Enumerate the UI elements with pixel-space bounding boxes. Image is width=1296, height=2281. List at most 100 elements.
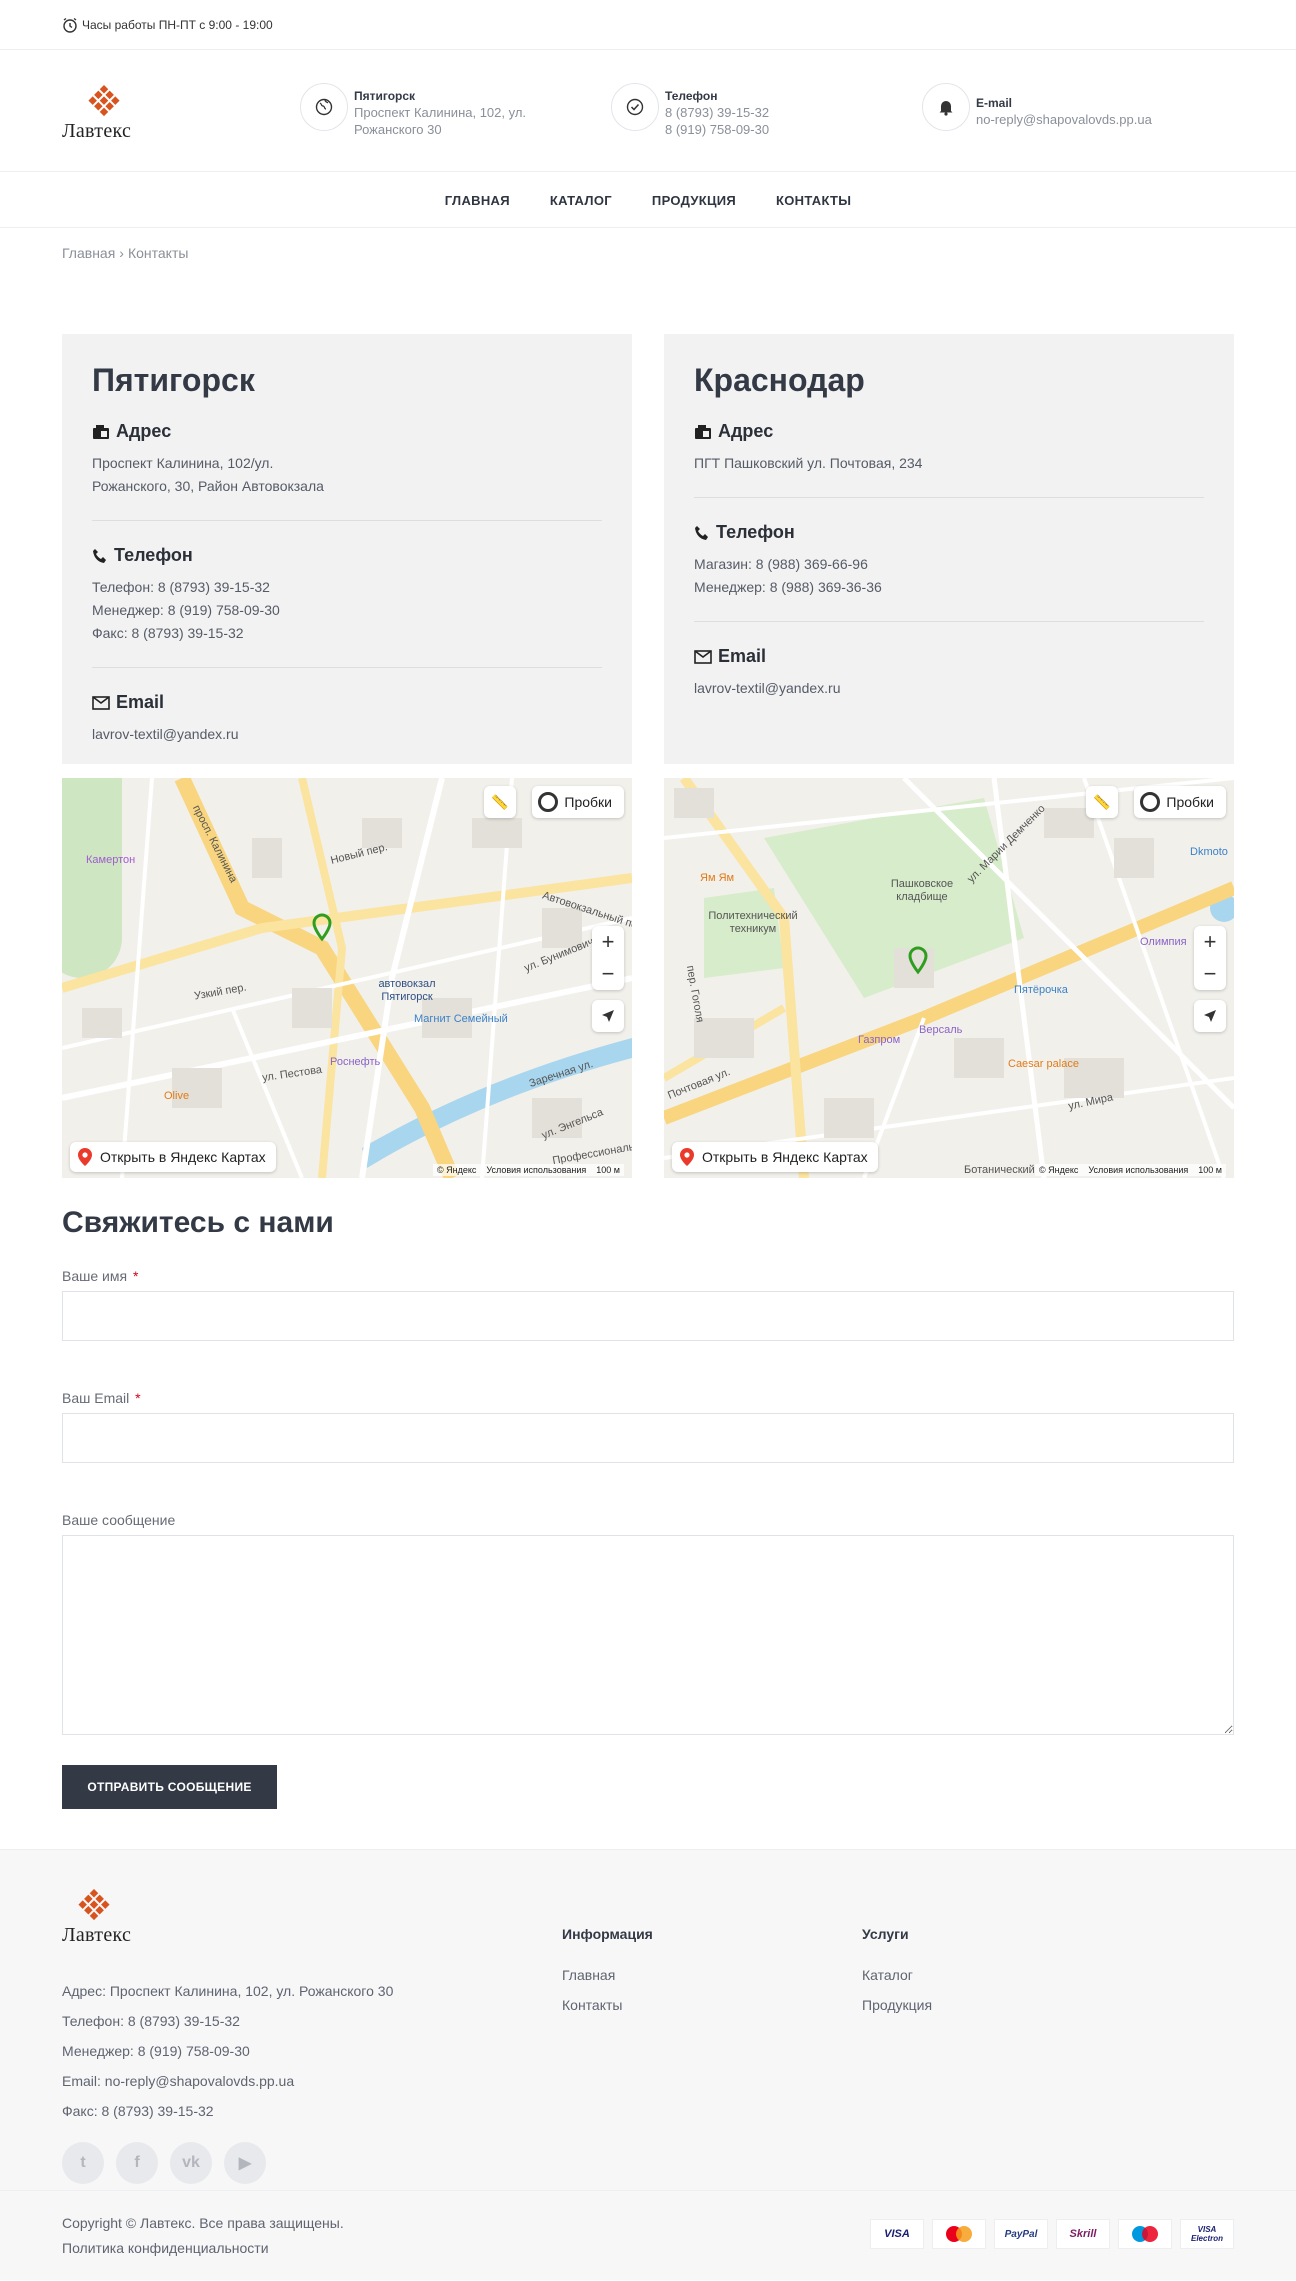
map-poi: Политехнический техникум xyxy=(708,910,798,935)
logo-text: Лавтекс xyxy=(62,1924,132,1946)
zoom-out-button[interactable]: − xyxy=(1194,958,1226,990)
header-city-line1: Проспект Калинина, 102, ул. xyxy=(354,105,527,120)
header-phone-line2[interactable]: 8 (919) 758-09-30 xyxy=(665,121,769,138)
map-krasnodar[interactable]: Пашковское кладбище Политехнический техн… xyxy=(664,778,1234,1178)
breadcrumb-current: Контакты xyxy=(127,245,189,261)
map-pin-icon xyxy=(680,1148,694,1166)
submit-button[interactable]: ОТПРАВИТЬ СООБЩЕНИЕ xyxy=(62,1765,277,1809)
header-address: Пятигорск Проспект Калинина, 102, ул. Ро… xyxy=(300,83,526,138)
header-phone-title: Телефон xyxy=(665,89,718,103)
card-address-line: ПГТ Пашковский ул. Почтовая, 234 xyxy=(694,455,923,471)
header-phone-line1[interactable]: 8 (8793) 39-15-32 xyxy=(665,104,769,121)
visa-electron-icon: VISA Electron xyxy=(1180,2219,1234,2249)
header-city-line2: Рожанского 30 xyxy=(354,122,442,137)
copyright-block: Copyright © Лавтекс. Все права защищены.… xyxy=(62,2211,344,2261)
traffic-icon xyxy=(538,792,559,812)
vk-icon[interactable]: vk xyxy=(170,2142,212,2184)
message-textarea[interactable] xyxy=(62,1535,1234,1735)
contact-form: Свяжитесь с нами Ваше имя * Ваш Email * … xyxy=(62,1206,1234,1809)
card-email-value[interactable]: lavrov-textil@yandex.ru xyxy=(92,723,602,746)
main-nav: ГЛАВНАЯ КАТАЛОГ ПРОДУКЦИЯ КОНТАКТЫ xyxy=(0,172,1296,228)
footer-link-products[interactable]: Продукция xyxy=(862,1990,932,2020)
map-poi: Пятёрочка xyxy=(1014,984,1068,996)
email-input[interactable] xyxy=(62,1413,1234,1463)
maestro-icon xyxy=(1118,2219,1172,2249)
ruler-icon: 📏 xyxy=(491,793,509,810)
name-input[interactable] xyxy=(62,1291,1234,1341)
facebook-icon[interactable]: f xyxy=(116,2142,158,2184)
footer-link-contacts[interactable]: Контакты xyxy=(562,1990,653,2020)
logo-text: Лавтекс xyxy=(62,120,132,142)
card-email-title: Email xyxy=(116,692,165,712)
map-poi: Ям Ям xyxy=(700,872,735,884)
chevron-right-icon: › xyxy=(119,245,124,261)
card-city-title: Пятигорск xyxy=(92,362,255,398)
name-label-text: Ваше имя xyxy=(62,1268,128,1284)
map-poi: Роснефть xyxy=(330,1056,381,1068)
ruler-button[interactable]: 📏 xyxy=(1086,786,1118,818)
open-in-yandex-maps[interactable]: Открыть в Яндекс Картах xyxy=(672,1142,878,1172)
twitter-icon[interactable]: t xyxy=(62,2142,104,2184)
card-address-heading: Адрес xyxy=(92,421,602,442)
map-footer: © Яндекс Условия использования 100 м xyxy=(432,1164,624,1176)
breadcrumb-home[interactable]: Главная xyxy=(62,245,115,261)
map-poi: автовокзал Пятигорск xyxy=(378,978,436,1003)
footer-services-title: Услуги xyxy=(862,1926,909,1942)
email-label: Ваш Email * xyxy=(62,1390,1234,1406)
card-email-value[interactable]: lavrov-textil@yandex.ru xyxy=(694,677,1204,700)
card-address-title: Адрес xyxy=(116,421,172,441)
privacy-link[interactable]: Политика конфиденциальности xyxy=(62,2240,269,2256)
zoom-in-button[interactable]: + xyxy=(1194,926,1226,958)
nav-item-products[interactable]: ПРОДУКЦИЯ xyxy=(652,193,736,208)
map-scale: 100 м xyxy=(1198,1165,1222,1175)
card-phone-line: Телефон: 8 (8793) 39-15-32 xyxy=(92,579,270,595)
nav-item-catalog[interactable]: КАТАЛОГ xyxy=(550,193,612,208)
traffic-label: Пробки xyxy=(564,794,612,810)
geolocation-button[interactable] xyxy=(592,1000,624,1032)
footer-line: Email: no-reply@shapovalovds.pp.ua xyxy=(62,2073,295,2089)
contact-cards: Пятигорск Адрес Проспект Калинина, 102/у… xyxy=(62,334,1234,764)
header-email: E-mail no-reply@shapovalovds.pp.ua xyxy=(922,83,1152,131)
footer-line: Адрес: Проспект Калинина, 102, ул. Рожан… xyxy=(62,1983,394,1999)
geolocation-button[interactable] xyxy=(1194,1000,1226,1032)
card-city-title: Краснодар xyxy=(694,362,865,398)
contact-card-pyatigorsk: Пятигорск Адрес Проспект Калинина, 102/у… xyxy=(62,334,632,764)
zoom-control: + − xyxy=(1194,926,1226,990)
ruler-button[interactable]: 📏 xyxy=(484,786,516,818)
card-phone-heading: Телефон xyxy=(92,545,602,566)
topbar: Часы работы ПН-ПТ с 9:00 - 19:00 xyxy=(0,0,1296,50)
map-pyatigorsk[interactable]: просп. Калинина Камертон автовокзал Пяти… xyxy=(62,778,632,1178)
map-terms-link[interactable]: Условия использования xyxy=(1088,1165,1188,1175)
footer-about: Лавтекс Адрес: Проспект Калинина, 102, у… xyxy=(62,1889,394,2184)
map-poi: Версаль xyxy=(919,1024,963,1036)
traffic-label: Пробки xyxy=(1166,794,1214,810)
paypal-icon: PayPal xyxy=(994,2219,1048,2249)
divider xyxy=(92,667,602,668)
map-terms-link[interactable]: Условия использования xyxy=(486,1165,586,1175)
map-poi: Магнит Семейный xyxy=(414,1013,508,1025)
ruler-icon: 📏 xyxy=(1093,793,1111,810)
footer-bottom: Copyright © Лавтекс. Все права защищены.… xyxy=(0,2190,1296,2280)
phone-icon xyxy=(695,525,708,540)
divider xyxy=(694,497,1204,498)
zoom-in-button[interactable]: + xyxy=(592,926,624,958)
footer-logo[interactable]: Лавтекс xyxy=(62,1889,152,1952)
youtube-icon[interactable]: ▶ xyxy=(224,2142,266,2184)
nav-item-home[interactable]: ГЛАВНАЯ xyxy=(445,193,510,208)
zoom-out-button[interactable]: − xyxy=(592,958,624,990)
site-logo[interactable]: Лавтекс xyxy=(62,84,152,144)
bell-icon xyxy=(939,101,953,116)
map-background xyxy=(62,778,632,1178)
traffic-button[interactable]: Пробки xyxy=(532,786,624,818)
open-in-yandex-maps-label: Открыть в Яндекс Картах xyxy=(702,1149,868,1165)
footer-link-catalog[interactable]: Каталог xyxy=(862,1960,932,1990)
nav-item-contacts[interactable]: КОНТАКТЫ xyxy=(776,193,851,208)
footer-link-home[interactable]: Главная xyxy=(562,1960,653,1990)
form-title: Свяжитесь с нами xyxy=(62,1206,334,1239)
header-email-line1[interactable]: no-reply@shapovalovds.pp.ua xyxy=(976,111,1152,128)
traffic-button[interactable]: Пробки xyxy=(1134,786,1226,818)
card-phone-line: Менеджер: 8 (988) 369-36-36 xyxy=(694,579,882,595)
map-poi: Камертон xyxy=(86,854,136,866)
open-in-yandex-maps[interactable]: Открыть в Яндекс Картах xyxy=(70,1142,276,1172)
required-mark: * xyxy=(132,1268,139,1284)
